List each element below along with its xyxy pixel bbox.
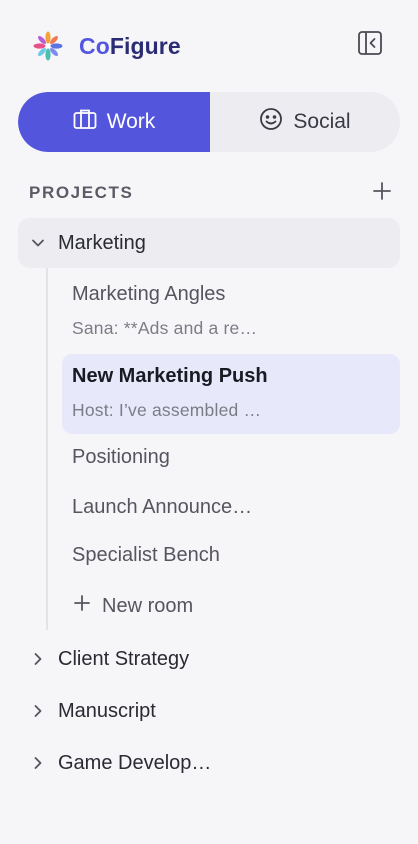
project-label: Client Strategy [58,647,190,670]
work-mode-label: Work [106,110,156,133]
plus-icon [372,181,392,206]
add-project-button[interactable] [370,181,394,205]
room-title: Launch Announce… [72,496,253,518]
sidebar-collapse-icon [357,30,383,61]
app-brand: CoFigure [79,31,181,61]
room-item[interactable]: Marketing Angles Sana: **Ads and a re… [62,278,400,348]
project-manuscript[interactable]: Manuscript [18,686,400,736]
room-title: New Marketing Push [72,365,268,387]
brand-suffix: Figure [109,33,181,59]
project-game-development[interactable]: Game Develop… [18,738,400,788]
tree-guide-line [46,268,48,630]
cofigure-logo-icon [32,30,64,62]
new-room-button[interactable]: New room [72,592,193,620]
new-room-label: New room [102,594,194,617]
project-label: Manuscript [58,699,156,722]
room-title: Specialist Bench [72,544,220,566]
room-item[interactable]: Specialist Bench [62,540,400,576]
chevron-right-icon [30,651,46,667]
project-client-strategy[interactable]: Client Strategy [18,634,400,684]
briefcase-icon [73,108,97,136]
mode-toggle: Work Social [18,92,400,152]
projects-heading: PROJECTS [29,183,134,202]
plus-icon [72,593,92,619]
chevron-right-icon [30,703,46,719]
project-label: Marketing [58,231,146,254]
chevron-right-icon [30,755,46,771]
project-marketing[interactable]: Marketing [18,218,400,268]
collapse-sidebar-button[interactable] [355,30,385,60]
room-preview: Sana: **Ads and a re… [72,318,258,338]
room-item[interactable]: Launch Announce… [62,492,400,528]
brand-prefix: Co [79,33,110,59]
chevron-down-icon [30,235,46,251]
room-item[interactable]: Positioning [62,442,400,478]
social-mode-label: Social [293,110,351,133]
room-preview: Host: I’ve assembled … [72,400,262,420]
sidebar-header: CoFigure [0,0,418,92]
social-mode-button[interactable]: Social [210,92,400,152]
project-label: Game Develop… [58,751,212,774]
room-title: Marketing Angles [72,283,226,305]
smiley-icon [259,107,283,137]
room-item-active[interactable]: New Marketing Push Host: I’ve assembled … [62,354,400,434]
work-mode-button[interactable]: Work [18,92,210,152]
room-title: Positioning [72,446,170,468]
